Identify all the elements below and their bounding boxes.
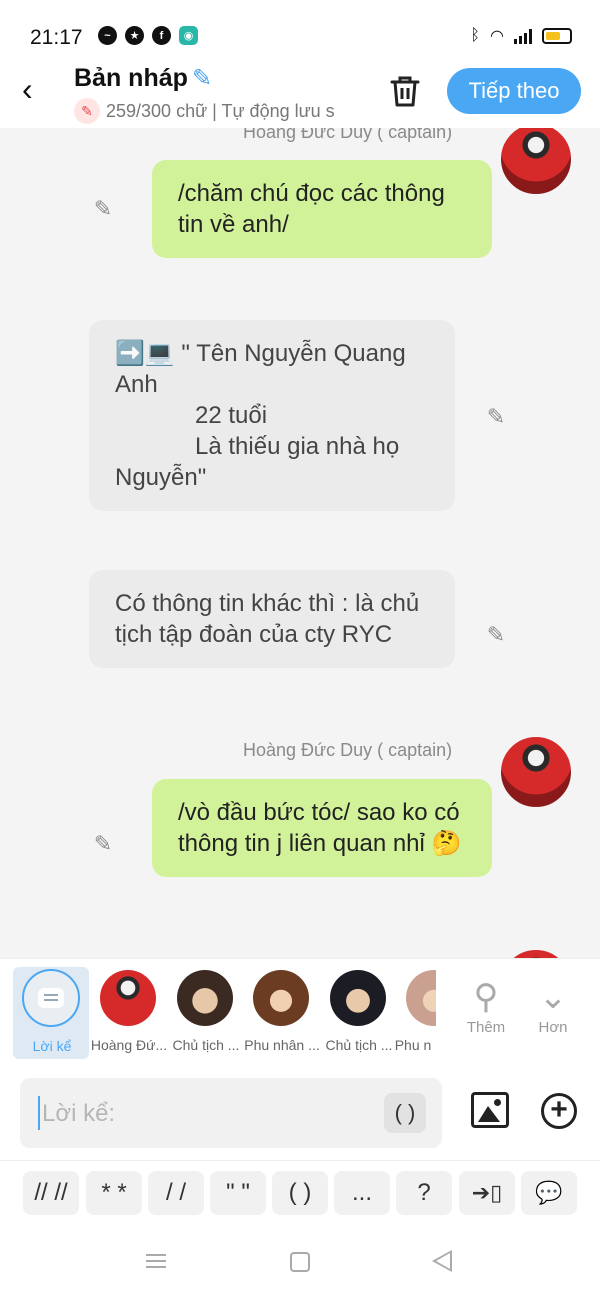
message-input[interactable]: Lời kể: ( ) xyxy=(20,1078,442,1148)
edit-message-icon[interactable]: ✎ xyxy=(90,196,116,222)
character-label: Chủ tịch ... xyxy=(325,1037,393,1053)
autosave-text: | Tự động lưu s xyxy=(212,100,335,121)
sender-name: Hoàng Đức Duy ( captain) xyxy=(243,128,453,142)
character-label: Phu nhân ... xyxy=(244,1037,320,1053)
plus-icon[interactable]: + xyxy=(541,1093,577,1129)
character-label: Hoàng Đứ... xyxy=(90,1037,168,1053)
signal-icon xyxy=(514,28,532,44)
add-label: Thêm xyxy=(466,1019,506,1036)
character-label: Chủ tịch ... xyxy=(172,1037,240,1053)
system-icons: ᛒ ◠ xyxy=(470,26,572,46)
input-placeholder: Lời kể: xyxy=(42,1100,116,1127)
chat-app-icon: ◉ xyxy=(179,26,198,45)
battery-icon xyxy=(542,28,572,44)
back-triangle-icon[interactable] xyxy=(432,1250,452,1272)
home-icon[interactable] xyxy=(290,1252,310,1272)
narration-bubble[interactable]: Có thông tin khác thì : là chủ tịch tập … xyxy=(89,570,455,668)
trash-icon[interactable] xyxy=(386,72,424,110)
character-label: Lời kể xyxy=(32,1038,72,1054)
chat-area[interactable]: Hoàng Đức Duy ( captain) ✎ /chăm chú đọc… xyxy=(0,128,600,958)
avatar xyxy=(100,970,156,1026)
send-to-phone-icon[interactable]: ➔▯ xyxy=(459,1171,515,1215)
character-label: Phu n xyxy=(394,1037,432,1053)
shortcut-button[interactable]: ( ) xyxy=(272,1171,328,1215)
shortcut-button[interactable]: * * xyxy=(86,1171,142,1215)
chevron-down-icon: ⌄ xyxy=(538,978,568,1016)
narration-bubble[interactable]: ➡️💻 " Tên Nguyễn Quang Anh 22 tuổi Là th… xyxy=(89,320,455,511)
shortcut-button[interactable]: " " xyxy=(210,1171,266,1215)
more-label: Hơn xyxy=(538,1019,568,1036)
pencil-badge-icon: ✎ xyxy=(74,98,100,124)
shortcut-button[interactable]: ... xyxy=(334,1171,390,1215)
sender-name: Hoàng Đức Duy ( captain) xyxy=(243,740,453,760)
character-item[interactable]: Chủ tịch ... xyxy=(167,967,243,1059)
character-item[interactable]: Hoàng Đứ... xyxy=(90,967,168,1059)
more-button[interactable]: ⌄ Hơn xyxy=(523,975,583,1036)
draft-status: ✎ 259/300 chữ | Tự động lưu s xyxy=(74,98,358,124)
shortcut-button[interactable]: / / xyxy=(148,1171,204,1215)
avatar[interactable] xyxy=(499,948,573,958)
next-button[interactable]: Tiếp theo xyxy=(447,68,581,114)
add-character-button[interactable]: ⚲ Thêm xyxy=(456,975,516,1036)
avatar[interactable] xyxy=(499,735,573,809)
clock: 21:17 xyxy=(30,26,83,49)
editor-header: ‹ Bản nháp ✎ ✎ 259/300 chữ | Tự động lưu… xyxy=(0,62,600,128)
avatar xyxy=(253,970,309,1026)
page-title: Bản nháp xyxy=(74,64,188,92)
wifi-icon: ◠ xyxy=(490,28,504,45)
notification-icons: ~ ★ f ◉ xyxy=(98,26,198,45)
edit-title-icon[interactable]: ✎ xyxy=(192,64,212,93)
edit-message-icon[interactable]: ✎ xyxy=(483,622,509,648)
status-bar: 21:17 ~ ★ f ◉ ᛒ ◠ xyxy=(0,0,600,62)
shortcut-button[interactable]: ? xyxy=(396,1171,452,1215)
avatar xyxy=(406,970,436,1026)
message-bubble[interactable]: /chăm chú đọc các thông tin về anh/ xyxy=(152,160,492,258)
edit-message-icon[interactable]: ✎ xyxy=(90,831,116,857)
system-nav-bar xyxy=(0,1226,600,1300)
character-item[interactable]: Phu n xyxy=(390,967,436,1059)
composer: Lời kể: ( ) + xyxy=(0,1066,600,1160)
character-item[interactable]: Phu nhân ... xyxy=(243,967,320,1059)
edit-message-icon[interactable]: ✎ xyxy=(483,404,509,430)
character-item[interactable]: Chủ tịch ... xyxy=(320,967,396,1059)
shortcut-bar: // // * * / / " " ( ) ... ? ➔▯ 💬 xyxy=(0,1160,600,1226)
parenthesis-button[interactable]: ( ) xyxy=(384,1093,426,1133)
character-selector: Lời kể Hoàng Đứ... Chủ tịch ... Phu nhân… xyxy=(0,958,600,1066)
facebook-icon: f xyxy=(152,26,171,45)
shortcut-button[interactable]: // // xyxy=(23,1171,79,1215)
image-icon[interactable] xyxy=(471,1092,509,1128)
narration-bubble-icon xyxy=(22,969,80,1027)
star-app-icon: ★ xyxy=(125,26,144,45)
avatar xyxy=(177,970,233,1026)
avatar xyxy=(330,970,386,1026)
word-counter: 259/300 chữ xyxy=(106,100,208,121)
text-caret xyxy=(38,1096,40,1130)
add-person-icon: ⚲ xyxy=(473,978,499,1016)
messenger-icon: ~ xyxy=(98,26,117,45)
recent-apps-icon[interactable] xyxy=(146,1254,166,1268)
avatar[interactable] xyxy=(499,128,573,196)
message-bubble[interactable]: /vò đầu bức tóc/ sao ko có thông tin j l… xyxy=(152,779,492,877)
bluetooth-icon: ᛒ xyxy=(470,27,481,44)
back-arrow-icon[interactable]: ‹ xyxy=(22,73,52,105)
chat-bubble-icon[interactable]: 💬 xyxy=(521,1171,577,1215)
character-narrator[interactable]: Lời kể xyxy=(13,967,89,1059)
